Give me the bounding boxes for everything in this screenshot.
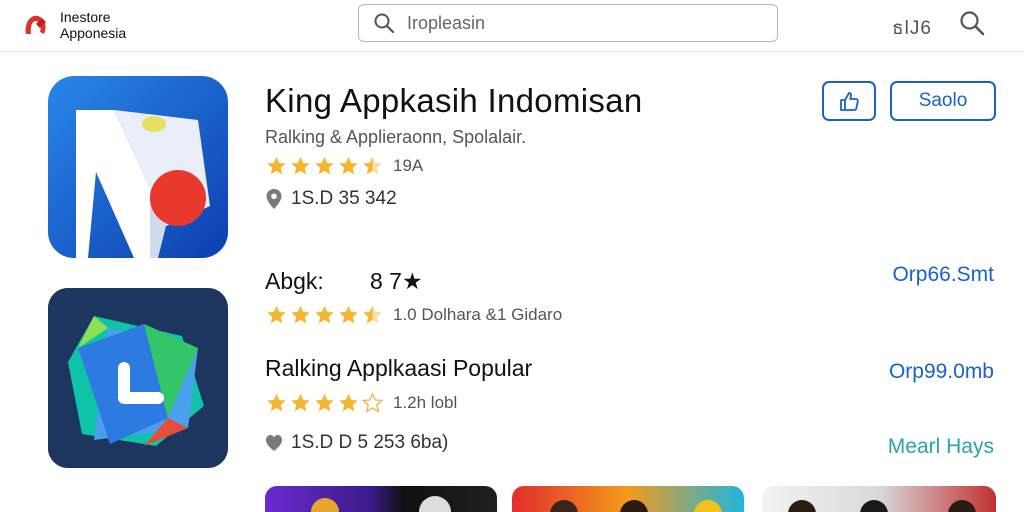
star-icon <box>291 305 310 324</box>
rating-count: 19A <box>393 156 424 175</box>
star-icon <box>315 393 334 412</box>
app-icon[interactable] <box>48 288 228 468</box>
star-icon <box>267 305 286 324</box>
logo-line-2: Apponesia <box>60 25 127 41</box>
search-bar[interactable] <box>358 4 778 42</box>
rating-text: 1.2h lobl <box>393 393 458 412</box>
app-row-title[interactable]: Ralking Applkaasi Popular <box>265 355 532 382</box>
star-icon <box>315 156 334 175</box>
promo-card[interactable] <box>762 486 996 512</box>
app-row-title[interactable]: Abgk: <box>265 268 324 295</box>
rating-text: 1.0 Dolhara &1 Gidaro <box>393 305 563 324</box>
app-row-rating: 1.2h lobl <box>265 392 457 414</box>
featured-app-icon[interactable] <box>48 76 228 258</box>
app-row-rating: 1.0 Dolhara &1 Gidaro <box>265 304 562 326</box>
promo-card[interactable] <box>265 486 497 512</box>
heart-icon <box>266 435 282 451</box>
save-button[interactable]: Saolo <box>890 81 996 121</box>
star-icon <box>267 393 286 412</box>
store-logo[interactable]: Inestore Apponesia <box>22 6 142 44</box>
search-input[interactable] <box>407 12 767 34</box>
logo-icon <box>22 10 52 40</box>
app-row-price[interactable]: Orp99.0mb <box>889 360 994 384</box>
promo-card[interactable] <box>512 486 744 512</box>
star-icon <box>291 156 310 175</box>
app-row-meta-text: 1S.D D 5 253 6ba) <box>291 432 449 453</box>
half-star-icon <box>363 305 382 324</box>
half-star-icon <box>363 156 382 175</box>
star-icon <box>339 156 358 175</box>
featured-rating: 19A <box>265 155 423 177</box>
star-icon <box>315 305 334 324</box>
header-text-label[interactable]: ธlJ6 <box>892 13 932 43</box>
thumbs-up-icon <box>840 92 859 111</box>
top-bar: Inestore Apponesia ธlJ6 <box>0 0 1024 52</box>
location-pin-icon <box>266 189 282 209</box>
search-icon <box>374 13 395 34</box>
featured-meta-text: 1S.D 35 342 <box>291 188 397 209</box>
empty-star-icon <box>361 392 384 413</box>
star-icon <box>267 156 286 175</box>
featured-app-subtitle: Ralking & Applieraonn, Spolalair. <box>265 127 527 147</box>
more-link[interactable]: Mearl Hays <box>888 435 994 459</box>
featured-meta: 1S.D 35 342 <box>265 188 397 210</box>
star-icon <box>291 393 310 412</box>
favorite-button[interactable] <box>822 81 876 121</box>
search-icon[interactable] <box>958 9 986 37</box>
logo-line-1: Inestore <box>60 9 111 25</box>
star-icon <box>339 305 358 324</box>
app-row-meta: 1S.D D 5 253 6ba) <box>265 432 448 454</box>
app-row-extra: 8 7★ <box>370 268 423 294</box>
featured-app-title[interactable]: King Appkasih Indomisan <box>265 82 642 120</box>
star-icon <box>339 393 358 412</box>
app-row-price[interactable]: Orp66.Smt <box>892 263 994 287</box>
